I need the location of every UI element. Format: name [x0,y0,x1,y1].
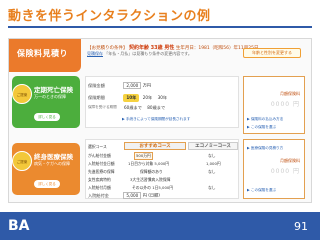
ba-logo: BA [8,218,30,234]
card-title: 終身医療保険 [34,153,73,161]
premium-unit: 円 [142,192,147,198]
cell-eco: なし [208,169,216,174]
brand-box: 保険料見積り [9,39,81,72]
card-sub: 万一のときの保障 [34,94,66,99]
period-note: ▶ 手続きによって保険期間が延長されます [122,117,191,121]
plan-subline: 見積保存 「年払・月払」は見積もり条件の変更内容です。 [87,51,192,57]
period-row: 保険期間 10年 20年 30年 [88,94,169,102]
brand-title: 保険料見積り [17,49,68,58]
period-option[interactable]: 20年 [141,95,155,101]
premium-input[interactable]: 5,000 [123,192,142,199]
card-title: 定期死亡保険 [34,86,73,94]
row-label: 女性疾病特約 [88,177,111,182]
details-button[interactable]: 詳しく見る [34,113,60,121]
summary-medical: 月額保険料 0000 円 ▶ 医療保険の見積り方 ▶ この保険を選ぶ [243,139,305,199]
row-label: 入院給付金日額 [88,161,115,166]
premium-row: 入院給付金 5,000 円 (日額) [88,192,160,199]
title-rule [8,26,312,28]
summary-link[interactable]: ▶ 医療保険の見積り方 [247,146,283,151]
details-button[interactable]: 詳しく見る [34,180,60,188]
cell-main: その以外の 1日5,000円 [132,185,174,190]
summary-death: 月額保険料 0000 円 ▶ 保険料の払込み方法 ▶ この保険を選ぶ [243,76,305,134]
card-medical[interactable]: ご提案 終身医療保険 病気・ケガへの保障 詳しく見る [12,143,80,195]
summary-link[interactable]: ▶ この保険を選ぶ [247,188,276,193]
age-row: 60歳まで 80歳まで [122,105,167,111]
recommend-stamp: ご提案 [12,84,32,104]
cell-main: 3大生活習慣病入院保障 [130,177,171,182]
period-label: 保険期間 [88,95,105,100]
premium-suffix: (日額) [148,192,160,198]
plan-conditions: 【お見積りの条件】 契約年齢 33歳 男性 生年月日：1981（昭和56）年11… [87,44,258,51]
summary-value: 0000 円 [270,168,300,175]
row-label: 先進医療の保障 [88,169,115,174]
cancer-amount[interactable]: 500万円 [134,152,153,160]
period-option[interactable]: 30年 [156,95,170,101]
summary-label: 月額保険料 [280,158,300,163]
cell-eco: 1,000円 [206,161,221,166]
amount-input[interactable]: 2,000 [123,82,142,89]
plan-subtext: 「年払・月払」は見積もり条件の変更内容です。 [104,51,192,56]
recommend-stamp: ご提案 [12,151,32,171]
age-option[interactable]: 60歳まで [122,105,144,111]
slide-title: 動きを伴うインタラクションの例 [8,9,211,24]
death-settings: 保険金額 2,000 万円 保険期間 10年 20年 30年 保障を受ける期間 … [85,76,239,128]
cell-eco: なし [208,185,216,190]
summary-link[interactable]: ▶ 保険料の払込み方法 [247,117,283,122]
cell-main: 保障額のあり [140,169,163,174]
cell-main: 1日目から対象 5,000円 [128,161,170,166]
cell-main: 500万円 [134,152,153,160]
summary-link[interactable]: ▶ この保険を選ぶ [247,125,276,130]
cell-eco: なし [208,153,216,158]
row-label: 入院給付月額 [88,185,111,190]
page-number: 91 [294,220,308,233]
card-term-life[interactable]: ご提案 定期死亡保険 万一のときの保障 詳しく見る [12,76,80,128]
slide-footer: BA 91 [0,212,320,240]
medical-settings: おすすめコース エコノミーコース 選択コース がん給付金額 500万円 なし 入… [85,139,239,199]
amount-label: 保険金額 [88,82,105,88]
change-age-button[interactable]: 年齢と性別を変更する [243,48,301,58]
amount-unit: 万円 [142,82,152,88]
age-option[interactable]: 80歳まで [145,105,167,111]
card-sub: 病気・ケガへの保障 [34,161,70,166]
screenshot-frame: 保険料見積り 【お見積りの条件】 契約年齢 33歳 男性 生年月日：1981（昭… [8,38,312,203]
save-link[interactable]: 見積保存 [87,51,103,56]
summary-label: 月額保険料 [280,91,300,96]
course-eco-tab[interactable]: エコノミーコース [188,142,238,150]
period-option-selected[interactable]: 10年 [123,94,140,102]
premium-label: 入院給付金 [88,192,109,198]
row-label: がん給付金額 [88,153,111,158]
row-label: 選択コース [88,144,107,149]
summary-value: 0000 円 [270,101,300,108]
amount-row: 保険金額 2,000 万円 [88,82,151,89]
course-main-tab[interactable]: おすすめコース [124,142,186,150]
period-sublabel: 保障を受ける期間 [88,105,117,109]
